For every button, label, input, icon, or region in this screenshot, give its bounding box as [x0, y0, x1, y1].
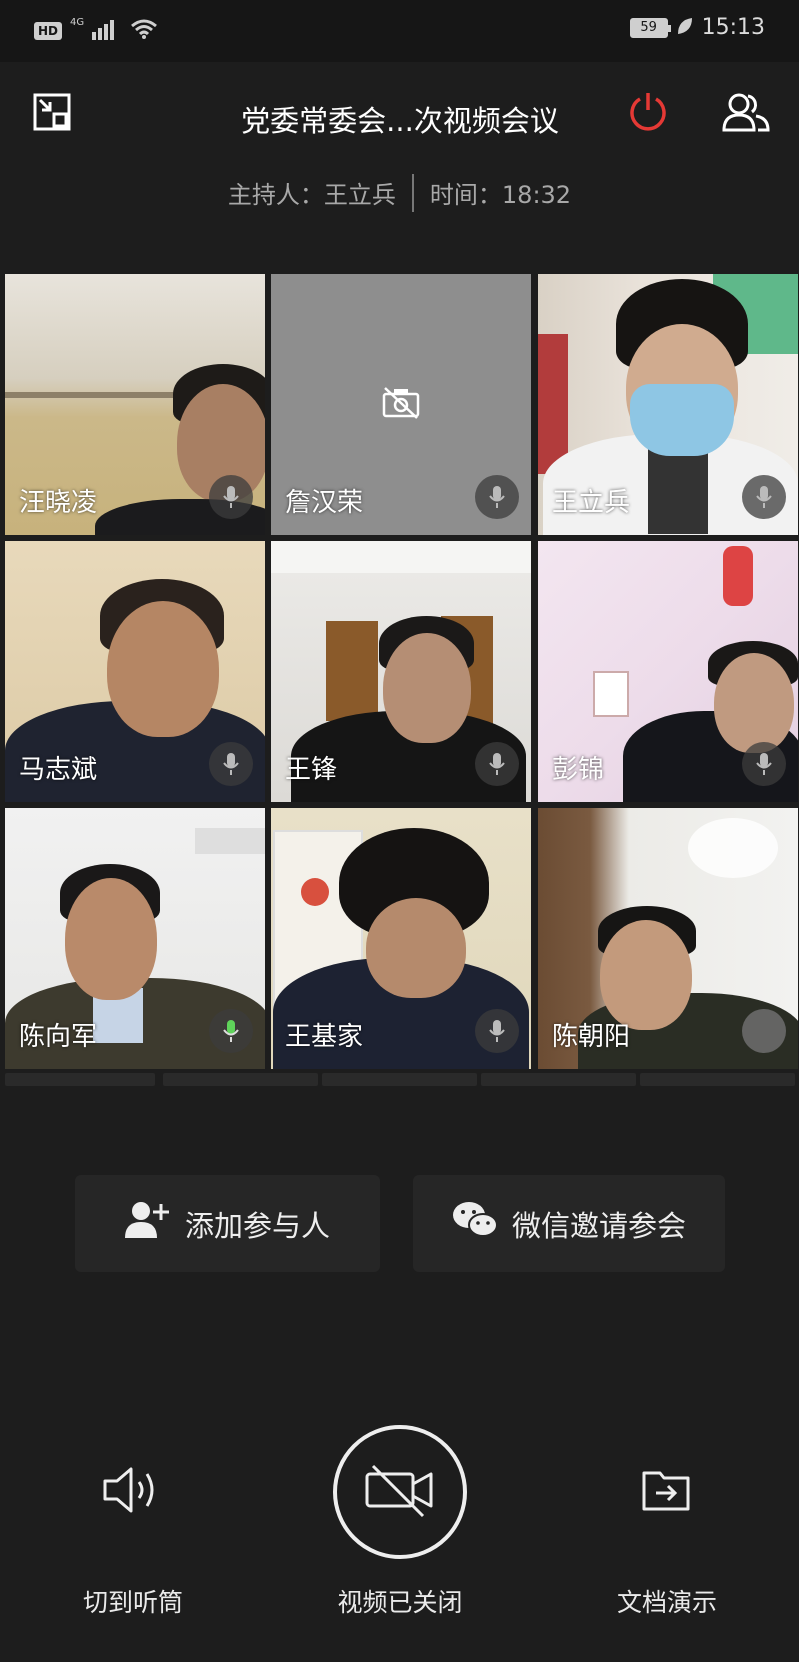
video-tile[interactable]: 王锋 — [271, 541, 531, 802]
participant-name: 马志斌 — [19, 755, 98, 785]
video-tile[interactable]: 王立兵 — [538, 274, 798, 535]
video-tile[interactable]: 陈向军 — [5, 808, 265, 1069]
video-tile[interactable]: 陈朝阳 — [538, 808, 798, 1069]
speaker-icon[interactable] — [97, 1462, 161, 1522]
status-left: HD 4G — [34, 18, 158, 44]
battery-icon: 59 — [629, 17, 671, 38]
video-tile[interactable]: 彭锦 — [538, 541, 798, 802]
video-tile[interactable]: 马志斌 — [5, 541, 265, 802]
video-tile[interactable]: 詹汉荣 — [271, 274, 531, 535]
participant-name: 王基家 — [285, 1022, 364, 1052]
mic-icon — [475, 742, 519, 786]
mic-icon — [209, 475, 253, 519]
participants-icon[interactable] — [720, 88, 772, 136]
video-tile[interactable]: 王基家 — [271, 808, 531, 1069]
status-right: 59 15:13 — [629, 15, 765, 40]
page-strip — [322, 1073, 477, 1086]
status-time: 15:13 — [701, 15, 765, 40]
mic-icon — [209, 742, 253, 786]
leaf-icon — [676, 16, 694, 40]
minimize-icon[interactable] — [30, 90, 74, 134]
divider — [411, 174, 414, 212]
meeting-header: 党委常委会...次视频会议 主持人：王立兵 时间：18:32 — [0, 62, 799, 262]
mic-icon — [475, 1009, 519, 1053]
wechat-invite-button[interactable]: 微信邀请参会 — [413, 1175, 725, 1272]
page-strip — [163, 1073, 318, 1086]
video-label: 视频已关闭 — [337, 1588, 463, 1617]
page-strip — [5, 1073, 155, 1086]
add-participant-label: 添加参与人 — [184, 1208, 330, 1243]
wechat-icon — [452, 1200, 498, 1247]
signal-icon — [92, 18, 122, 44]
wechat-invite-label: 微信邀请参会 — [511, 1208, 686, 1243]
mic-icon — [475, 475, 519, 519]
participant-name: 王立兵 — [552, 488, 631, 518]
hd-badge: HD — [34, 22, 63, 40]
page-strip — [640, 1073, 795, 1086]
camera-off-icon — [381, 386, 421, 424]
power-icon[interactable] — [624, 88, 672, 136]
participant-name: 王锋 — [285, 755, 338, 785]
mic-icon — [742, 475, 786, 519]
host-info: 主持人：王立兵 时间：18:32 — [0, 174, 799, 215]
speaker-label: 切到听筒 — [82, 1588, 183, 1617]
wifi-icon — [130, 18, 158, 44]
status-bar: HD 4G 59 15:13 — [0, 0, 799, 62]
meeting-time: 时间：18:32 — [429, 181, 572, 209]
page-strip — [481, 1073, 636, 1086]
participant-name: 彭锦 — [552, 755, 605, 785]
add-user-icon — [124, 1200, 171, 1247]
participant-name: 詹汉荣 — [285, 488, 364, 518]
participant-name: 陈朝阳 — [552, 1022, 631, 1052]
video-toggle-button[interactable] — [333, 1425, 467, 1559]
host-label: 主持人：王立兵 — [227, 181, 396, 209]
participant-name: 汪晓凌 — [19, 488, 98, 518]
document-share-icon[interactable] — [640, 1465, 694, 1519]
meeting-title: 党委常委会...次视频会议 — [241, 104, 559, 138]
mic-icon — [742, 742, 786, 786]
document-label: 文档演示 — [616, 1588, 717, 1617]
camera-off-icon — [363, 1462, 437, 1522]
network-type: 4G — [70, 17, 85, 28]
participant-name: 陈向军 — [19, 1022, 98, 1052]
status-dot — [742, 1009, 786, 1053]
add-participant-button[interactable]: 添加参与人 — [75, 1175, 380, 1272]
mic-icon — [209, 1009, 253, 1053]
video-tile[interactable]: 汪晓凌 — [5, 274, 265, 535]
